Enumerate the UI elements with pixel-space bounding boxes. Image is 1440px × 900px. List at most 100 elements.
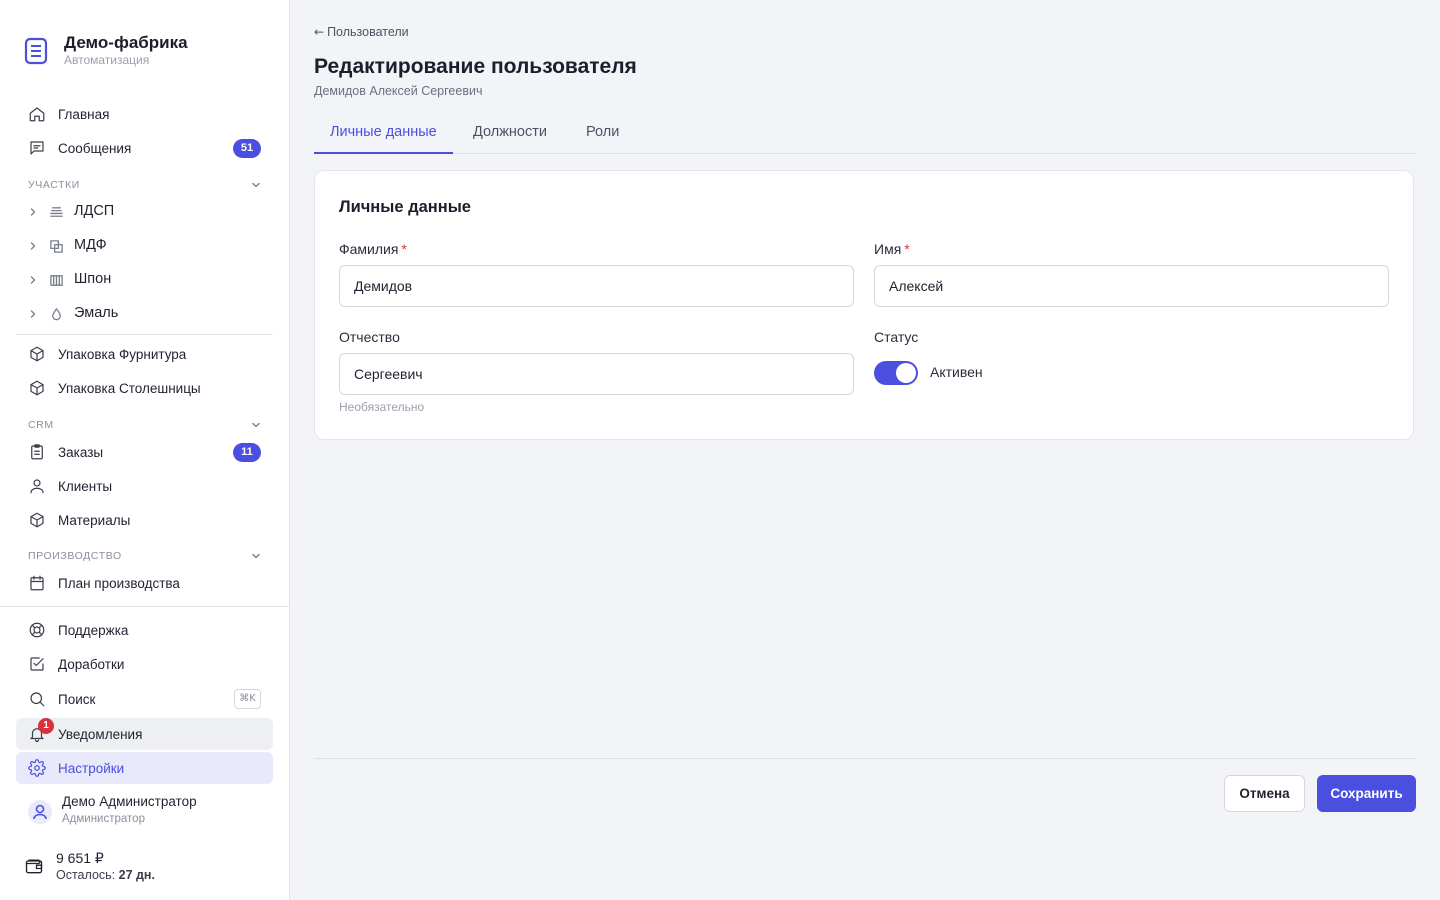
veneer-icon [50,275,63,286]
footer-divider [314,758,1416,759]
balance-days-left: Осталось: 27 дн. [56,868,155,882]
chevron-right-icon[interactable] [28,241,38,251]
sidebar-item-label: МДФ [74,237,107,253]
sidebar-item-label: Упаковка Столешницы [58,380,201,396]
user-role: Администратор [62,813,145,825]
balance-widget[interactable]: 9 651 ₽ Осталось: 27 дн. [24,848,274,888]
middle-name-hint: Необязательно [339,400,425,414]
days-left-label: Осталось: [56,868,116,882]
section-title-areas: Участки [28,179,80,191]
sidebar-item-home[interactable]: Главная [16,98,273,130]
stack-icon [50,240,63,253]
search-shortcut: ⌘K [234,689,261,709]
avatar [28,800,52,824]
layers-icon [50,207,63,217]
brand-subtitle: Автоматизация [64,53,150,67]
sidebar-item-label: План производства [58,575,180,591]
drop-icon [52,308,61,321]
sidebar-item-ldsp[interactable]: ЛДСП [16,196,273,228]
sidebar-item-label: Заказы [58,444,104,460]
cube-icon [30,512,44,528]
sidebar-item-label: ЛДСП [74,203,115,219]
gear-icon [28,759,46,777]
sidebar-item-label: Упаковка Фурнитура [58,346,187,362]
user-avatar-icon [33,804,47,820]
sidebar-divider [16,334,273,335]
middle-name-label: Отчество [339,329,400,345]
balance-amount: 9 651 ₽ [56,850,104,866]
notifications-count-badge: 1 [38,718,54,734]
brand[interactable]: Демо-фабрика Автоматизация [24,34,188,68]
checkbox-icon [30,657,44,671]
sidebar-item-packaging-countertops[interactable]: Упаковка Столешницы [16,372,273,404]
sidebar-item-orders[interactable]: Заказы 11 [16,436,273,468]
status-label: Статус [874,329,919,345]
sidebar-item-label: Материалы [58,512,131,528]
sidebar-item-materials[interactable]: Материалы [16,504,273,536]
sidebar-item-label: Главная [58,106,110,122]
chevron-down-icon[interactable] [250,179,262,191]
sidebar-item-improvements[interactable]: Доработки [16,648,273,680]
chevron-right-icon[interactable] [28,207,38,217]
section-title-production: Производство [28,550,122,562]
user-icon [30,479,44,494]
required-mark: * [904,241,910,257]
page-subtitle: Демидов Алексей Сергеевич [314,84,483,98]
sidebar-item-enamel[interactable]: Эмаль [16,298,273,330]
sidebar-item-label: Эмаль [74,305,119,321]
sidebar-item-packaging-hardware[interactable]: Упаковка Фурнитура [16,338,273,370]
section-title-crm: CRM [28,419,54,431]
days-left-value: 27 дн. [118,868,155,882]
tab-personal-data[interactable]: Личные данные [314,113,453,154]
user-name: Демо Администратор [62,794,197,809]
sidebar-item-veneer[interactable]: Шпон [16,264,273,296]
sidebar-item-production-plan[interactable]: План производства [16,567,273,599]
page-title: Редактирование пользователя [314,55,637,78]
sidebar: Демо-фабрика Автоматизация Главная Сообщ… [0,0,290,900]
sidebar-item-notifications[interactable]: 1 Уведомления [16,718,273,750]
sidebar-item-support[interactable]: Поддержка [16,614,273,646]
clipboard-icon [31,444,43,460]
box-icon [30,346,44,362]
sidebar-item-label: Шпон [74,271,112,287]
chevron-down-icon[interactable] [250,550,262,562]
brand-title: Демо-фабрика [64,33,188,52]
main-content: ← Пользователи Редактирование пользовате… [290,0,1440,900]
required-mark: * [401,241,407,257]
back-link-label: Пользователи [327,25,409,39]
tabs: Личные данные Должности Роли [314,113,1416,154]
cancel-button[interactable]: Отмена [1224,775,1305,812]
last-name-field[interactable] [339,265,854,307]
status-toggle[interactable] [874,361,918,385]
brand-logo-icon [24,37,48,65]
chevron-down-icon[interactable] [250,419,262,431]
card-title: Личные данные [339,198,471,216]
sidebar-item-clients[interactable]: Клиенты [16,470,273,502]
first-name-field[interactable] [874,265,1389,307]
personal-data-card: Личные данные Фамилия* Имя* Отчество Нео… [314,170,1414,440]
messages-count-badge: 51 [233,139,261,158]
middle-name-field[interactable] [339,353,854,395]
sidebar-item-messages[interactable]: Сообщения 51 [16,132,273,164]
sidebar-item-label: Поддержка [58,622,129,638]
tab-positions[interactable]: Должности [457,113,563,153]
sidebar-item-mdf[interactable]: МДФ [16,230,273,262]
calendar-icon [30,575,44,591]
save-button[interactable]: Сохранить [1317,775,1416,812]
sidebar-item-label: Поиск [58,691,96,707]
orders-count-badge: 11 [233,443,261,462]
user-profile[interactable]: Демо Администратор Администратор [28,792,278,832]
sidebar-item-label: Доработки [58,656,125,672]
sidebar-item-settings[interactable]: Настройки [16,752,273,784]
chevron-right-icon[interactable] [28,309,38,319]
sidebar-item-label: Сообщения [58,140,132,156]
first-name-label: Имя * [874,241,910,257]
tab-roles[interactable]: Роли [570,113,635,153]
status-value: Активен [930,364,983,380]
chevron-right-icon[interactable] [28,275,38,285]
sidebar-item-label: Клиенты [58,478,113,494]
message-icon [30,141,44,155]
back-link[interactable]: ← Пользователи [314,25,409,39]
sidebar-item-search[interactable]: Поиск ⌘K [16,683,273,715]
home-icon [29,107,45,122]
